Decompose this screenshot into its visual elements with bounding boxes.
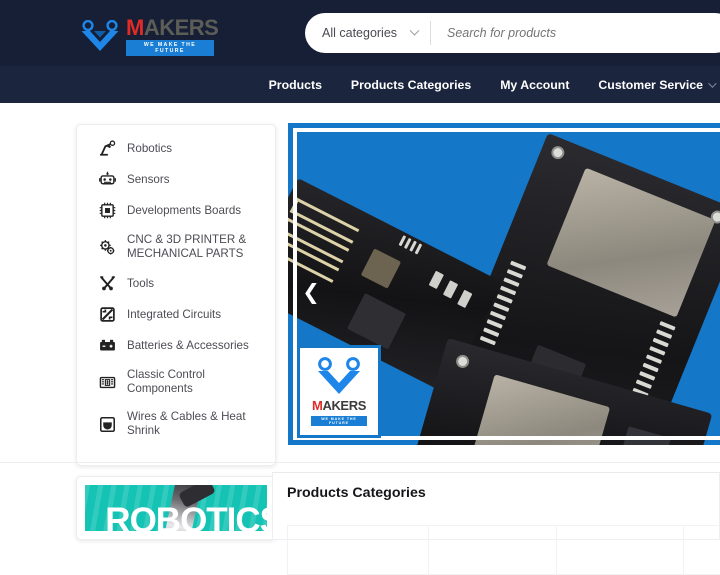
hero-logo-watermark: MAKERS WE MAKE THE FUTURE [297,345,381,438]
watermark-tagline: WE MAKE THE FUTURE [311,416,367,426]
sidebar-item-label: Wires & Cables & Heat Shrink [127,410,246,437]
products-categories-grid [287,525,720,575]
nav-label: Products Categories [350,77,472,92]
sidebar-item-tools[interactable]: Tools [77,268,275,299]
carousel-prev-button[interactable]: ❮ [296,271,326,313]
hero-carousel[interactable]: ❮ MAKERS WE MAKE THE FUTURE [288,123,720,445]
category-sidebar: Robotics Sensors Developments Boards CNC… [76,124,276,466]
logo-letter-m: M [126,15,144,40]
nav-item-products[interactable]: Products [269,78,322,92]
robot-arm-icon [100,140,116,156]
sidebar-item-robotics[interactable]: Robotics [77,133,275,164]
makers-people-heart-icon [318,357,360,394]
category-card[interactable] [287,525,429,575]
promo-banner-text: ROBOTICS [105,501,267,531]
nav-label: My Account [500,77,570,92]
sidebar-item-classic-control-components[interactable]: Classic Control Components [77,361,275,403]
logo-wordmark: MAKERS [126,15,219,40]
products-categories-title: Products Categories [287,485,426,501]
sidebar-item-wires-cables-heat-shrink[interactable]: Wires & Cables & Heat Shrink [77,403,275,445]
nav-item-customer-service[interactable]: Customer Service [598,77,717,92]
main-navigation: Products Products Categories My Account … [0,66,720,103]
development-board-icon [99,202,116,219]
promo-banner-card[interactable]: ROBOTICS [76,476,276,540]
content-divider [0,462,720,463]
tools-wrench-screwdriver-icon [100,276,115,291]
logo-text-block: MAKERS WE MAKE THE FUTURE [126,15,219,56]
watermark-letters-rest: AKERS [322,398,366,413]
sidebar-item-cnc-3d-printer-mechanical-parts[interactable]: CNC & 3D PRINTER & MECHANICAL PARTS [77,226,275,268]
products-categories-panel: Products Categories [272,472,720,575]
nav-items: Products Products Categories My Account … [269,78,720,92]
sidebar-item-label: Tools [127,276,155,290]
category-card[interactable] [555,525,684,575]
chevron-down-icon [708,78,717,88]
site-header: MAKERS WE MAKE THE FUTURE All categories [0,0,720,66]
integrated-circuit-icon [100,307,115,322]
category-card[interactable] [683,525,720,575]
control-component-icon [99,376,116,388]
category-select-label: All categories [322,26,398,40]
sidebar-item-label: Classic Control Components [127,368,205,395]
search-input[interactable] [431,26,720,40]
sensor-robot-head-icon [99,171,116,185]
site-logo[interactable]: MAKERS WE MAKE THE FUTURE [80,15,219,56]
search-bar: All categories [305,13,720,53]
watermark-letter-m: M [312,398,323,413]
nav-label: Products [268,77,322,92]
sidebar-item-label: Sensors [127,172,170,186]
sidebar-item-label: Robotics [127,141,173,155]
watermark-wordmark: MAKERS [312,398,366,413]
sidebar-item-integrated-circuits[interactable]: Integrated Circuits [77,299,275,330]
battery-icon [100,339,115,351]
logo-tagline: WE MAKE THE FUTURE [126,40,214,56]
heat-shrink-icon [99,416,116,432]
sidebar-item-label: Batteries & Accessories [127,338,249,352]
sidebar-item-label: Integrated Circuits [127,307,222,321]
sidebar-item-developments-boards[interactable]: Developments Boards [77,195,275,226]
category-select[interactable]: All categories [305,13,430,53]
chevron-down-icon [409,25,420,36]
nav-item-products-categories[interactable]: Products Categories [351,78,471,92]
logo-letters-rest: AKERS [143,15,219,40]
nav-item-my-account[interactable]: My Account [500,78,569,92]
category-card[interactable] [428,525,556,575]
promo-banner-image: ROBOTICS [85,485,267,531]
nav-label: Customer Service [598,77,703,92]
gears-icon [100,239,115,254]
hero-slide-image: ❮ MAKERS WE MAKE THE FUTURE [288,123,720,445]
sidebar-item-batteries-accessories[interactable]: Batteries & Accessories [77,330,275,361]
sidebar-item-label: CNC & 3D PRINTER & MECHANICAL PARTS [127,233,247,260]
sidebar-item-label: Developments Boards [127,203,242,217]
sidebar-item-sensors[interactable]: Sensors [77,164,275,195]
makers-people-heart-icon [81,20,119,52]
